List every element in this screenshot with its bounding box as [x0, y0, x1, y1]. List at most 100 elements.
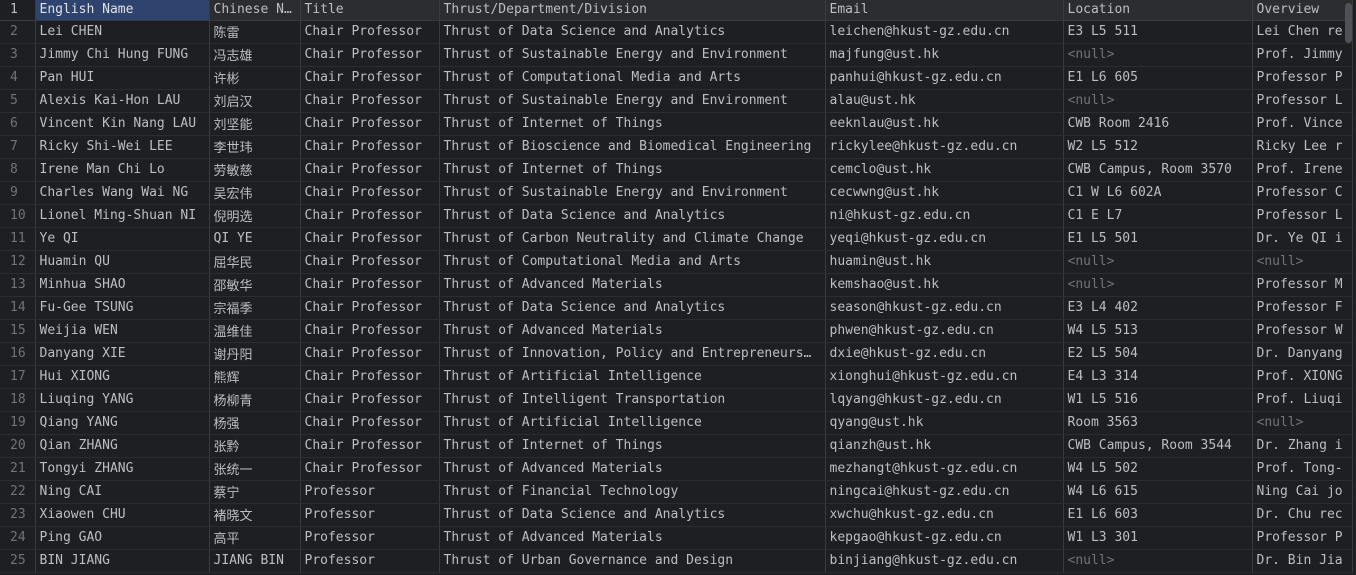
table-row[interactable]: 16 Danyang XIE 谢丹阳 Chair Professor Thrust of… [0, 342, 1353, 366]
table-row[interactable]: 22 Ning CAI 蔡宁 Professor Thrust of Financial… [0, 480, 1353, 504]
table-row[interactable]: 17 Hui XIONG 熊辉 Chair Professor Thrust of Ar… [0, 365, 1353, 389]
cell-english-name[interactable]: Lei CHEN [35, 20, 210, 44]
cell-overview[interactable]: Dr. Zhang i [1252, 434, 1353, 458]
cell-email[interactable]: xwchu@hkust-gz.edu.cn [825, 503, 1064, 527]
cell-english-name[interactable]: Danyang XIE [35, 342, 210, 366]
cell-title[interactable]: Chair Professor [300, 112, 440, 136]
cell-chinese-name[interactable]: 刘坚能 [209, 112, 301, 136]
cell-location[interactable]: W4 L5 502 [1063, 457, 1253, 481]
cell-thrust[interactable]: Thrust of Data Science and Analytics [439, 503, 826, 527]
column-header-chinese-name[interactable]: Chinese N… [209, 0, 301, 21]
cell-email[interactable]: binjiang@hkust-gz.edu.cn [825, 549, 1064, 573]
cell-overview[interactable]: Professor W [1252, 319, 1353, 343]
cell-english-name[interactable]: BIN JIANG [35, 549, 210, 573]
vertical-scrollbar[interactable] [1345, 3, 1352, 43]
cell-title[interactable]: Chair Professor [300, 457, 440, 481]
cell-thrust[interactable]: Thrust of Sustainable Energy and Environ… [439, 43, 826, 67]
cell-chinese-name[interactable]: 陈雷 [209, 20, 301, 44]
cell-email[interactable]: dxie@hkust-gz.edu.cn [825, 342, 1064, 366]
cell-english-name[interactable]: Liuqing YANG [35, 388, 210, 412]
cell-thrust[interactable]: Thrust of Computational Media and Arts [439, 250, 826, 274]
cell-thrust[interactable]: Thrust of Internet of Things [439, 158, 826, 182]
cell-english-name[interactable]: Weijia WEN [35, 319, 210, 343]
cell-chinese-name[interactable]: 劳敏慈 [209, 158, 301, 182]
cell-email[interactable]: qyang@ust.hk [825, 411, 1064, 435]
column-header-email[interactable]: Email [825, 0, 1064, 21]
cell-location[interactable]: W1 L5 516 [1063, 388, 1253, 412]
cell-chinese-name[interactable]: 刘启汉 [209, 89, 301, 113]
cell-english-name[interactable]: Alexis Kai-Hon LAU [35, 89, 210, 113]
cell-email[interactable]: xionghui@hkust-gz.edu.cn [825, 365, 1064, 389]
table-row[interactable]: 20 Qian ZHANG 张黔 Chair Professor Thrust of I… [0, 434, 1353, 458]
cell-email[interactable]: mezhangt@hkust-gz.edu.cn [825, 457, 1064, 481]
cell-chinese-name[interactable]: 褚晓文 [209, 503, 301, 527]
cell-chinese-name[interactable]: JIANG BIN [209, 549, 301, 573]
cell-email[interactable]: qianzh@ust.hk [825, 434, 1064, 458]
cell-english-name[interactable]: Tongyi ZHANG [35, 457, 210, 481]
cell-email[interactable]: cecwwng@ust.hk [825, 181, 1064, 205]
cell-thrust[interactable]: Thrust of Advanced Materials [439, 457, 826, 481]
cell-email[interactable]: majfung@ust.hk [825, 43, 1064, 67]
cell-title[interactable]: Professor [300, 526, 440, 550]
cell-overview[interactable]: Professor F [1252, 296, 1353, 320]
cell-overview[interactable]: Ning Cai jo [1252, 480, 1353, 504]
cell-chinese-name[interactable]: 杨柳青 [209, 388, 301, 412]
cell-location[interactable]: E3 L5 511 [1063, 20, 1253, 44]
table-row[interactable]: 15 Weijia WEN 温维佳 Chair Professor Thrust of … [0, 319, 1353, 343]
cell-title[interactable]: Chair Professor [300, 434, 440, 458]
cell-thrust[interactable]: Thrust of Bioscience and Biomedical Engi… [439, 135, 826, 159]
cell-email[interactable]: rickylee@hkust-gz.edu.cn [825, 135, 1064, 159]
cell-chinese-name[interactable]: 谢丹阳 [209, 342, 301, 366]
cell-thrust[interactable]: Thrust of Innovation, Policy and Entrepr… [439, 342, 826, 366]
cell-english-name[interactable]: Irene Man Chi Lo [35, 158, 210, 182]
cell-email[interactable]: eeknlau@ust.hk [825, 112, 1064, 136]
cell-overview[interactable]: Dr. Danyang [1252, 342, 1353, 366]
cell-thrust[interactable]: Thrust of Sustainable Energy and Environ… [439, 181, 826, 205]
cell-location[interactable]: C1 W L6 602A [1063, 181, 1253, 205]
cell-chinese-name[interactable]: 许彬 [209, 66, 301, 90]
cell-english-name[interactable]: Jimmy Chi Hung FUNG [35, 43, 210, 67]
cell-email[interactable]: alau@ust.hk [825, 89, 1064, 113]
cell-title[interactable]: Chair Professor [300, 20, 440, 44]
cell-overview[interactable]: Prof. Liuqi [1252, 388, 1353, 412]
cell-chinese-name[interactable]: 屈华民 [209, 250, 301, 274]
cell-thrust[interactable]: Thrust of Sustainable Energy and Environ… [439, 89, 826, 113]
cell-thrust[interactable]: Thrust of Internet of Things [439, 112, 826, 136]
cell-chinese-name[interactable]: 李世玮 [209, 135, 301, 159]
table-row[interactable]: 5 Alexis Kai-Hon LAU 刘启汉 Chair Professor Thr… [0, 89, 1353, 113]
cell-title[interactable]: Chair Professor [300, 227, 440, 251]
column-header-location[interactable]: Location [1063, 0, 1253, 21]
cell-location[interactable]: <null> [1063, 89, 1253, 113]
cell-overview[interactable]: Professor L [1252, 204, 1353, 228]
table-row[interactable]: 8 Irene Man Chi Lo 劳敏慈 Chair Professor Thrus… [0, 158, 1353, 182]
cell-title[interactable]: Chair Professor [300, 411, 440, 435]
cell-location[interactable]: W4 L6 615 [1063, 480, 1253, 504]
cell-english-name[interactable]: Charles Wang Wai NG [35, 181, 210, 205]
cell-english-name[interactable]: Ricky Shi-Wei LEE [35, 135, 210, 159]
cell-title[interactable]: Professor [300, 549, 440, 573]
cell-english-name[interactable]: Minhua SHAO [35, 273, 210, 297]
cell-location[interactable]: E3 L4 402 [1063, 296, 1253, 320]
cell-title[interactable]: Chair Professor [300, 319, 440, 343]
cell-title[interactable]: Chair Professor [300, 365, 440, 389]
cell-email[interactable]: cemclo@ust.hk [825, 158, 1064, 182]
cell-location[interactable]: E2 L5 504 [1063, 342, 1253, 366]
cell-title[interactable]: Chair Professor [300, 181, 440, 205]
cell-chinese-name[interactable]: 冯志雄 [209, 43, 301, 67]
cell-english-name[interactable]: Lionel Ming-Shuan NI [35, 204, 210, 228]
cell-thrust[interactable]: Thrust of Artificial Intelligence [439, 365, 826, 389]
cell-title[interactable]: Chair Professor [300, 204, 440, 228]
cell-thrust[interactable]: Thrust of Intelligent Transportation [439, 388, 826, 412]
cell-overview[interactable]: Prof. Jimmy [1252, 43, 1353, 67]
cell-english-name[interactable]: Pan HUI [35, 66, 210, 90]
cell-english-name[interactable]: Vincent Kin Nang LAU [35, 112, 210, 136]
cell-english-name[interactable]: Huamin QU [35, 250, 210, 274]
cell-location[interactable]: E1 L6 603 [1063, 503, 1253, 527]
cell-title[interactable]: Chair Professor [300, 89, 440, 113]
cell-chinese-name[interactable]: 熊辉 [209, 365, 301, 389]
cell-chinese-name[interactable]: 张黔 [209, 434, 301, 458]
cell-title[interactable]: Chair Professor [300, 135, 440, 159]
cell-english-name[interactable]: Ye QI [35, 227, 210, 251]
cell-english-name[interactable]: Qiang YANG [35, 411, 210, 435]
table-row[interactable]: 24 Ping GAO 高平 Professor Thrust of Advanced … [0, 526, 1353, 550]
